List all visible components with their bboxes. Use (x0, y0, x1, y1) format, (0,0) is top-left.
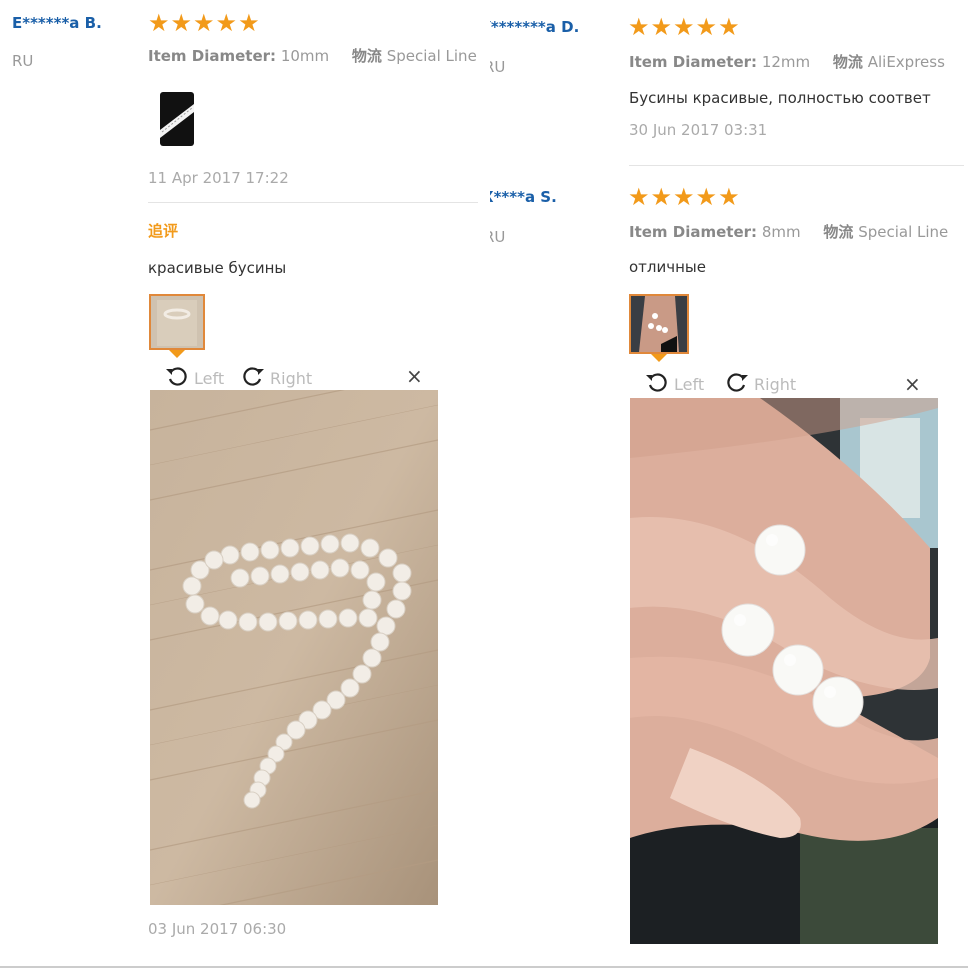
diameter-label: Item Diameter: (629, 223, 758, 241)
rotate-right-label: Right (754, 374, 797, 394)
reviewer-name[interactable]: X****a S. (490, 188, 557, 206)
thumbnail-pointer (651, 354, 667, 362)
reviewer-country: RU (12, 52, 34, 70)
product-attributes: Item Diameter: 12mm 物流 AliExpress (629, 51, 945, 72)
review-photo-enlarged (630, 398, 938, 944)
rotate-left-label: Left (674, 374, 705, 394)
shipping-value: Special Line (386, 47, 477, 65)
rotate-right-label: Right (270, 368, 313, 388)
diameter-value: 8mm (761, 223, 801, 241)
rotate-right-button[interactable]: Right (240, 363, 312, 393)
shipping-label: 物流 (832, 53, 863, 71)
rotate-right-icon (240, 363, 266, 393)
diameter-value: 12mm (761, 53, 811, 71)
image-viewer-toolbar: Left Right × (630, 366, 938, 396)
review-divider (148, 202, 478, 203)
shipping-value: AliExpress (867, 53, 945, 71)
reviewer-name[interactable]: E******a B. (12, 14, 102, 32)
thumbnail-pointer (169, 350, 185, 358)
review-date: 30 Jun 2017 03:31 (629, 121, 768, 139)
review-divider (629, 165, 964, 166)
close-viewer-button[interactable]: × (904, 372, 921, 396)
review-column-left: E******a B. RU ★★★★★ Item Diameter: 10mm… (0, 0, 480, 968)
followup-label: 追评 (148, 222, 179, 240)
followup-photo-thumbnail[interactable] (149, 294, 205, 350)
review-column-right: Y*******a D. RU ★★★★★ Item Diameter: 12m… (490, 0, 968, 968)
shipping-label: 物流 (823, 223, 854, 241)
product-attributes: Item Diameter: 10mm 物流 Special Line (148, 45, 477, 66)
rotate-right-icon (724, 369, 750, 399)
star-rating: ★★★★★ (628, 183, 741, 211)
rotate-left-label: Left (194, 368, 225, 388)
shipping-value: Special Line (858, 223, 949, 241)
rotate-left-icon (644, 369, 670, 399)
image-viewer-toolbar: Left Right × (150, 360, 438, 390)
diameter-value: 10mm (280, 47, 330, 65)
review-date: 11 Apr 2017 17:22 (148, 169, 289, 187)
rotate-right-button[interactable]: Right (724, 369, 796, 399)
review-text: отличные (629, 258, 706, 276)
diameter-label: Item Diameter: (629, 53, 758, 71)
followup-text: красивые бусины (148, 259, 287, 277)
review-photo-enlarged (150, 390, 438, 905)
review-photo-thumbnail[interactable] (629, 294, 689, 354)
review-text: Бусины красивые, полностью соответ (629, 89, 931, 107)
shipping-label: 物流 (351, 47, 382, 65)
star-rating: ★★★★★ (148, 9, 261, 37)
star-rating: ★★★★★ (628, 13, 741, 41)
rotate-left-button[interactable]: Left (644, 369, 704, 399)
followup-date: 03 Jun 2017 06:30 (148, 920, 287, 938)
reviewer-country: RU (490, 228, 506, 246)
product-attributes: Item Diameter: 8mm 物流 Special Line (629, 221, 948, 242)
rotate-left-icon (164, 363, 190, 393)
close-viewer-button[interactable]: × (406, 364, 423, 388)
rotate-left-button[interactable]: Left (164, 363, 224, 393)
review-photo-thumbnail[interactable] (150, 90, 204, 148)
diameter-label: Item Diameter: (148, 47, 277, 65)
reviewer-country: RU (490, 58, 506, 76)
reviewer-name[interactable]: Y*******a D. (490, 18, 579, 36)
